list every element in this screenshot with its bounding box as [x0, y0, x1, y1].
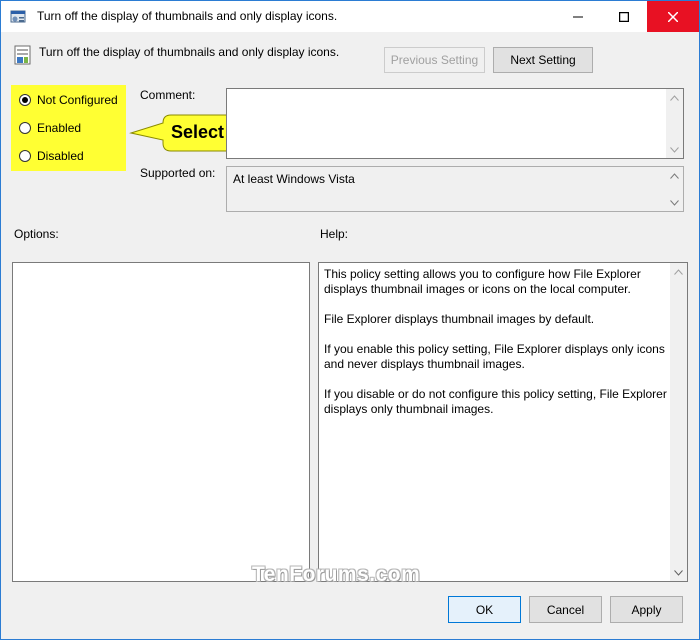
apply-button[interactable]: Apply: [610, 596, 683, 623]
radio-label: Enabled: [37, 121, 82, 135]
group-policy-icon: [10, 10, 26, 23]
options-pane[interactable]: [12, 262, 310, 582]
callout-text: Select: [171, 122, 225, 142]
supported-on-label: Supported on:: [140, 166, 216, 180]
radio-not-configured[interactable]: Not Configured: [19, 93, 118, 107]
radio-disabled[interactable]: Disabled: [19, 149, 84, 163]
supported-on-value: At least Windows Vista: [233, 172, 355, 186]
radio-label: Not Configured: [37, 93, 118, 107]
minimize-icon: [573, 16, 583, 17]
scroll-down-icon[interactable]: [666, 194, 683, 211]
watermark: TenForums.com: [252, 563, 421, 586]
next-setting-button[interactable]: Next Setting: [493, 47, 593, 73]
supported-on-scrollbar[interactable]: [666, 167, 683, 211]
radio-enabled[interactable]: Enabled: [19, 121, 81, 135]
setting-name: Turn off the display of thumbnails and o…: [39, 45, 340, 59]
scroll-up-icon[interactable]: [666, 89, 683, 106]
comment-textbox[interactable]: [226, 88, 684, 159]
help-pane[interactable]: This policy setting allows you to config…: [318, 262, 688, 582]
help-label: Help:: [320, 227, 349, 241]
configuration-state-group: Not Configured Enabled Disabled: [11, 85, 126, 171]
comment-scrollbar[interactable]: [666, 89, 683, 158]
help-paragraph: If you enable this policy setting, File …: [324, 342, 665, 371]
maximize-icon: [619, 11, 629, 22]
window-title: Turn off the display of thumbnails and o…: [37, 9, 338, 23]
title-bar[interactable]: Turn off the display of thumbnails and o…: [1, 1, 699, 32]
policy-setting-window: Turn off the display of thumbnails and o…: [0, 0, 700, 640]
radio-label: Disabled: [37, 149, 84, 163]
comment-label: Comment:: [140, 88, 196, 102]
scroll-up-icon[interactable]: [666, 167, 683, 184]
close-icon: [668, 11, 678, 22]
cancel-button[interactable]: Cancel: [529, 596, 602, 623]
maximize-button[interactable]: [601, 1, 647, 32]
close-button[interactable]: [647, 1, 699, 32]
options-label: Options:: [14, 227, 59, 241]
help-paragraph: If you disable or do not configure this …: [324, 387, 667, 416]
previous-setting-button[interactable]: Previous Setting: [384, 47, 485, 73]
help-text: This policy setting allows you to config…: [324, 267, 669, 432]
radio-button[interactable]: [19, 150, 31, 162]
scroll-down-icon[interactable]: [666, 141, 683, 158]
radio-button-checked[interactable]: [19, 94, 31, 106]
help-paragraph: This policy setting allows you to config…: [324, 267, 641, 296]
supported-on-box: At least Windows Vista: [226, 166, 684, 212]
scroll-up-icon[interactable]: [670, 263, 687, 280]
radio-button[interactable]: [19, 122, 31, 134]
minimize-button[interactable]: [555, 1, 601, 32]
scroll-down-icon[interactable]: [670, 564, 687, 581]
ok-button[interactable]: OK: [448, 596, 521, 623]
help-paragraph: File Explorer displays thumbnail images …: [324, 312, 595, 326]
help-scrollbar[interactable]: [670, 263, 687, 581]
policy-document-icon: [14, 45, 31, 65]
